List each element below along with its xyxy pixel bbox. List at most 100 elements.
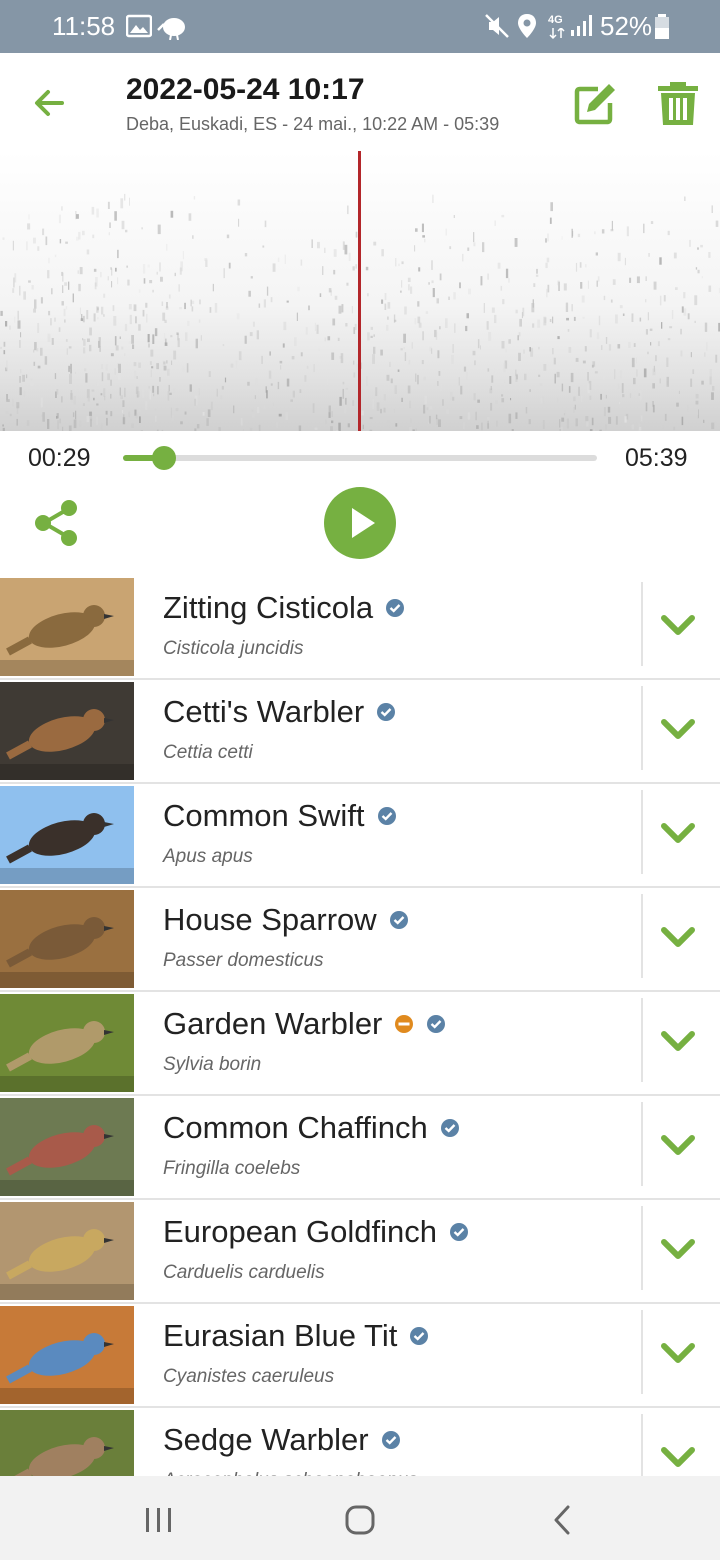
home-icon[interactable] — [344, 1504, 376, 1536]
total-time: 05:39 — [625, 444, 688, 472]
status-bar: 11:58 4G 52% — [0, 0, 720, 53]
warning-icon — [395, 1015, 414, 1033]
kiwi-app-icon — [157, 18, 185, 40]
species-row[interactable]: Zitting Cisticola Cisticola juncidis — [0, 576, 720, 680]
species-scientific-name: Cisticola juncidis — [163, 638, 304, 659]
verified-icon — [377, 703, 396, 721]
species-common-name: Common Swift — [163, 798, 365, 833]
seek-bar-thumb[interactable] — [151, 446, 176, 470]
row-divider — [641, 790, 643, 874]
status-time: 11:58 — [52, 11, 116, 41]
species-common-name: Cetti's Warbler — [163, 694, 365, 729]
back-nav-icon[interactable] — [550, 1504, 574, 1536]
species-name: Cetti's Warbler — [163, 694, 396, 730]
row-divider — [641, 1206, 643, 1290]
chevron-down-icon[interactable] — [660, 714, 696, 744]
share-icon[interactable] — [32, 498, 80, 548]
species-name: House Sparrow — [163, 902, 409, 938]
recording-title: 2022-05-24 10:17 — [126, 73, 365, 106]
species-common-name: Common Chaffinch — [163, 1110, 428, 1145]
location-icon — [518, 14, 536, 38]
species-photo — [0, 578, 134, 676]
species-photo — [0, 682, 134, 780]
recording-header: 2022-05-24 10:17 Deba, Euskadi, ES - 24 … — [0, 53, 720, 151]
chevron-down-icon[interactable] — [660, 1234, 696, 1264]
species-common-name: Zitting Cisticola — [163, 590, 374, 625]
chevron-down-icon[interactable] — [660, 818, 696, 848]
species-row[interactable]: House Sparrow Passer domesticus — [0, 888, 720, 992]
species-row[interactable]: Eurasian Blue Tit Cyanistes caeruleus — [0, 1304, 720, 1408]
species-list[interactable]: Zitting Cisticola Cisticola juncidis Cetti… — [0, 576, 720, 1476]
current-time: 00:29 — [28, 444, 91, 472]
row-divider — [641, 1102, 643, 1186]
battery-icon — [655, 14, 669, 39]
row-divider — [641, 894, 643, 978]
species-row[interactable]: Garden Warbler Sylvia borin — [0, 992, 720, 1096]
row-divider — [641, 1414, 643, 1476]
trash-icon[interactable] — [656, 81, 700, 127]
species-photo — [0, 1306, 134, 1404]
network-type-label: 4G — [548, 14, 563, 26]
navigation-bar — [0, 1476, 720, 1560]
back-arrow-icon[interactable] — [28, 81, 72, 125]
spectrogram[interactable] — [0, 151, 720, 431]
species-photo — [0, 994, 134, 1092]
species-row[interactable]: Common Swift Apus apus — [0, 784, 720, 888]
species-common-name: European Goldfinch — [163, 1214, 438, 1249]
mute-icon — [485, 14, 509, 38]
play-icon — [352, 508, 375, 538]
species-common-name: Eurasian Blue Tit — [163, 1318, 398, 1353]
verified-icon — [427, 1015, 446, 1033]
row-divider — [641, 582, 643, 666]
species-scientific-name: Cyanistes caeruleus — [163, 1366, 335, 1387]
species-scientific-name: Passer domesticus — [163, 950, 324, 971]
verified-icon — [450, 1223, 469, 1241]
edit-icon[interactable] — [572, 81, 618, 127]
species-row[interactable]: Sedge WarblerAcrocephalus schoenobaenus — [0, 1408, 720, 1476]
species-common-name: Sedge Warbler — [163, 1422, 369, 1457]
seek-bar[interactable] — [123, 446, 597, 470]
recents-icon[interactable] — [144, 1506, 174, 1534]
species-scientific-name: Fringilla coelebs — [163, 1158, 301, 1179]
species-row[interactable]: Cetti's Warbler Cettia cetti — [0, 680, 720, 784]
signal-icon — [571, 15, 592, 36]
species-scientific-name: Carduelis carduelis — [163, 1262, 325, 1283]
species-name: Common Chaffinch — [163, 1110, 460, 1146]
verified-icon — [389, 911, 408, 929]
verified-icon — [410, 1327, 429, 1345]
species-common-name: House Sparrow — [163, 902, 377, 937]
species-name: Sedge Warbler — [163, 1422, 401, 1458]
species-photo — [0, 1410, 134, 1476]
species-scientific-name: Sylvia borin — [163, 1054, 262, 1075]
recording-subtitle: Deba, Euskadi, ES - 24 mai., 10:22 AM - … — [126, 114, 500, 134]
chevron-down-icon[interactable] — [660, 1338, 696, 1368]
playhead-marker[interactable] — [358, 151, 361, 431]
species-scientific-name: Cettia cetti — [163, 742, 253, 763]
play-button[interactable] — [324, 487, 396, 559]
verified-icon — [440, 1119, 459, 1137]
chevron-down-icon[interactable] — [660, 610, 696, 640]
species-name: Common Swift — [163, 798, 397, 834]
verified-icon — [377, 807, 396, 825]
row-divider — [641, 1310, 643, 1394]
species-row[interactable]: Common Chaffinch Fringilla coelebs — [0, 1096, 720, 1200]
row-divider — [641, 686, 643, 770]
species-name: Garden Warbler — [163, 1006, 446, 1042]
species-row[interactable]: European Goldfinch Carduelis carduelis — [0, 1200, 720, 1304]
chevron-down-icon[interactable] — [660, 1442, 696, 1472]
verified-icon — [381, 1431, 400, 1449]
chevron-down-icon[interactable] — [660, 922, 696, 952]
data-arrows-icon — [549, 28, 565, 40]
row-divider — [641, 998, 643, 1082]
species-name: Zitting Cisticola — [163, 590, 405, 626]
species-common-name: Garden Warbler — [163, 1006, 383, 1041]
chevron-down-icon[interactable] — [660, 1026, 696, 1056]
species-name: Eurasian Blue Tit — [163, 1318, 429, 1354]
verified-icon — [386, 599, 405, 617]
species-scientific-name: Apus apus — [163, 846, 253, 867]
species-photo — [0, 1098, 134, 1196]
battery-percent: 52% — [600, 11, 653, 41]
chevron-down-icon[interactable] — [660, 1130, 696, 1160]
species-photo — [0, 890, 134, 988]
species-photo — [0, 786, 134, 884]
